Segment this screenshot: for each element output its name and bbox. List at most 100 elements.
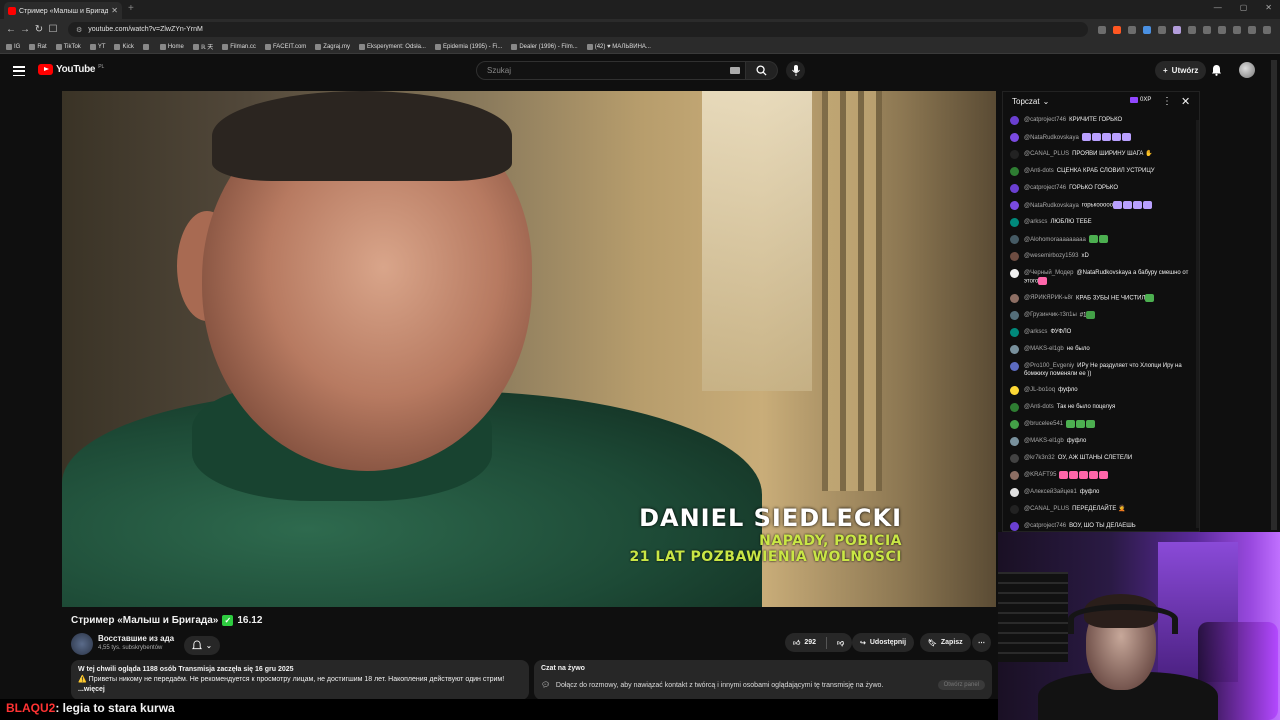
chat-avatar[interactable] (1010, 487, 1019, 497)
search-input[interactable]: Szukaj (476, 61, 746, 80)
bookmark-item[interactable]: IG (6, 43, 20, 50)
chat-message[interactable]: @brucelee541 (1010, 419, 1194, 429)
bookmark-item[interactable]: Zagraj.my (315, 43, 350, 50)
downloads-icon[interactable] (1203, 25, 1211, 34)
chat-username[interactable]: @Pro100_Evgeniy (1024, 363, 1074, 369)
chat-avatar[interactable] (1010, 184, 1019, 193)
search-button[interactable] (746, 61, 778, 80)
extension-icon[interactable] (1233, 25, 1241, 34)
bookmark-item[interactable]: Rat (29, 43, 47, 50)
chat-message[interactable]: @Pro100_Evgeniy ИРу Не раздуляет что Хлоп… (1010, 361, 1194, 378)
extension-icon[interactable] (1128, 25, 1136, 34)
video-description[interactable]: W tej chwili ogląda 1188 osób Transmisja… (71, 660, 529, 700)
close-window-icon[interactable]: ✕ (1265, 3, 1272, 12)
new-tab-button[interactable]: + (128, 3, 134, 14)
chat-message[interactable]: @catproject746 ВОУ, ШО ТЫ ДЕЛАЕШЬ (1010, 521, 1194, 531)
extension-icon[interactable] (1188, 25, 1196, 34)
chat-username[interactable]: @arkscs (1024, 219, 1047, 225)
extension-icon[interactable] (1143, 25, 1151, 34)
like-button[interactable]: 👍︎ 292 (793, 638, 816, 647)
chat-username[interactable]: @АлексейЗайцев1 (1024, 489, 1077, 495)
chat-avatar[interactable] (1010, 344, 1019, 354)
chat-message[interactable]: @MAKS-el1gb фуфло (1010, 436, 1194, 446)
site-info-icon[interactable]: ⚙ (76, 26, 82, 34)
chat-message[interactable]: @NataRudkovskaya горькооооо (1010, 201, 1194, 210)
bookmark-item[interactable]: ℝ 天 (192, 42, 213, 51)
chat-avatar[interactable] (1010, 419, 1019, 429)
bookmark-item[interactable]: Kick (114, 43, 134, 50)
menu-icon[interactable] (13, 66, 25, 76)
chat-message[interactable]: @Черный_Модер @NataRudkovskaya а бабуру с… (1010, 269, 1194, 286)
dislike-button[interactable]: 👎︎ (837, 638, 844, 647)
subscription-bell-button[interactable]: ⌄ (184, 636, 220, 655)
chat-username[interactable]: @wesemirbozy1593 (1024, 253, 1078, 259)
chat-avatar[interactable] (1010, 521, 1019, 531)
video-player[interactable]: DANIEL SIEDLECKI NAPADY, POBICIA 21 LAT … (62, 91, 996, 607)
bookmark-item[interactable]: YT (89, 43, 105, 50)
bookmark-item[interactable]: (42) ♥ МАЛЬВИНА... (586, 43, 651, 50)
chat-avatar[interactable] (1010, 201, 1019, 210)
description-more-link[interactable]: ...więcej (78, 685, 522, 695)
chat-message[interactable]: @JL-bo1oq фуфло (1010, 385, 1194, 395)
extension-icon[interactable] (1248, 25, 1256, 34)
chat-message[interactable]: @ЯРИКЯРИК-ь8г КРАБ ЗУБЫ НЕ ЧИСТИЛ (1010, 293, 1194, 303)
bookmark-item[interactable]: Dealer (1996) - Film... (511, 43, 578, 50)
chat-avatar[interactable] (1010, 385, 1019, 395)
chat-more-icon[interactable]: ⋮ (1162, 96, 1172, 107)
chat-message[interactable]: @wesemirbozy1593 xD (1010, 252, 1194, 261)
chat-username[interactable]: @Anti-dots (1024, 404, 1054, 410)
chat-username[interactable]: @Грузинчик-т3п1ы (1024, 312, 1077, 318)
chat-username[interactable]: @catproject746 (1024, 523, 1066, 529)
chat-message[interactable]: @NataRudkovskaya (1010, 133, 1194, 142)
chat-avatar[interactable] (1010, 453, 1019, 463)
extension-icon[interactable] (1113, 25, 1121, 34)
bookmark-page-icon[interactable]: ☐ (46, 24, 60, 35)
create-button[interactable]: + Utwórz (1155, 61, 1207, 80)
chat-avatar[interactable] (1010, 327, 1019, 337)
chat-avatar[interactable] (1010, 361, 1019, 371)
chat-avatar[interactable] (1010, 218, 1019, 227)
chat-username[interactable]: @NataRudkovskaya (1024, 135, 1079, 141)
chat-avatar[interactable] (1010, 167, 1019, 176)
chat-username[interactable]: @JL-bo1oq (1024, 387, 1055, 393)
chat-username[interactable]: @KRAFT95 (1024, 472, 1056, 478)
keyboard-icon[interactable] (730, 67, 740, 74)
chat-username[interactable]: @catproject746 (1024, 117, 1066, 123)
chat-username[interactable]: @ЯРИКЯРИК-ь8г (1024, 295, 1073, 301)
chat-username[interactable]: @Alohomoraaaaaaaaa (1024, 237, 1086, 243)
chat-avatar[interactable] (1010, 150, 1019, 159)
maximize-icon[interactable]: ▢ (1240, 3, 1248, 12)
chat-message[interactable]: @CANAL_PLUS ПРОЯВИ ШИРИНУ ШАГА ✋ (1010, 150, 1194, 159)
chat-username[interactable]: @catproject746 (1024, 185, 1066, 191)
chat-avatar[interactable] (1010, 116, 1019, 125)
browser-menu-icon[interactable] (1263, 25, 1271, 34)
bookmark-item[interactable]: TikTok (55, 43, 81, 50)
page-scrollbar[interactable] (1271, 60, 1277, 530)
browser-tab[interactable]: Стример «Малыш и Бригада» ▮ ✕ (4, 2, 122, 19)
chat-avatar[interactable] (1010, 235, 1019, 244)
chat-message[interactable]: @Anti-dots Так не было поцелуя (1010, 402, 1194, 412)
chat-message[interactable]: @Грузинчик-т3п1ы #1 (1010, 310, 1194, 320)
chat-mode-selector[interactable]: Topczat ⌄ (1012, 97, 1049, 106)
voice-search-button[interactable] (786, 61, 805, 80)
chat-avatar[interactable] (1010, 133, 1019, 142)
chat-avatar[interactable] (1010, 436, 1019, 446)
minimize-icon[interactable]: — (1214, 3, 1222, 12)
chat-message[interactable]: @catproject746 ГОРЬКО ГОРЬКО (1010, 184, 1194, 193)
chat-message[interactable]: @arkscs ФУФЛО (1010, 327, 1194, 337)
chat-avatar[interactable] (1010, 310, 1019, 320)
chat-message[interactable]: @KRAFT95 (1010, 470, 1194, 480)
chat-message[interactable]: @Anti-dots СЦЕНКА КРАБ СЛОВИЛ УСТРИЦУ (1010, 167, 1194, 176)
notifications-button[interactable] (1211, 63, 1222, 81)
chat-username[interactable]: @MAKS-el1gb (1024, 346, 1064, 352)
url-field[interactable]: ⚙ youtube.com/watch?v=ZlwZYn-YrnM (68, 22, 1088, 37)
chat-message[interactable]: @arkscs ЛЮБЛЮ ТЕБЕ (1010, 218, 1194, 227)
bookmark-item[interactable]: Filman.cc (222, 43, 256, 50)
chat-username[interactable]: @NataRudkovskaya (1024, 203, 1079, 209)
bookmark-item[interactable]: Home (159, 43, 184, 50)
chat-message[interactable]: @Alohomoraaaaaaaaa (1010, 235, 1194, 244)
chat-avatar[interactable] (1010, 269, 1019, 278)
account-avatar[interactable] (1239, 62, 1255, 78)
reload-icon[interactable]: ↻ (32, 24, 46, 35)
chat-avatar[interactable] (1010, 470, 1019, 480)
